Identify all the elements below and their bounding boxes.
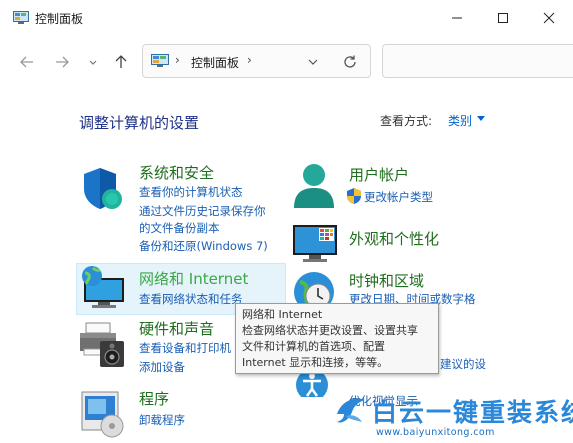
link-suggested-settings[interactable]: 建议的设 [440,356,486,372]
category-title-hardware-sound[interactable]: 硬件和声音 [139,318,214,339]
tooltip-line: 网络和 Internet [242,308,323,321]
breadcrumb-separator-icon[interactable]: › [247,53,252,67]
watermark: 白云一键重装系统 www.baiyunxitong.com [332,392,573,443]
category-title-system-security[interactable]: 系统和安全 [139,162,214,183]
minimize-button[interactable] [434,0,480,36]
link-add-device[interactable]: 添加设备 [139,359,185,375]
title-bar: 控制面板 [0,0,573,36]
tooltip: 网络和 Internet 检查网络状态并更改设置、设置共享 文件和计算机的首选项… [235,303,439,374]
category-title-programs[interactable]: 程序 [139,388,169,409]
link-file-history-cont[interactable]: 的文件备份副本 [139,220,220,236]
chevron-down-icon [89,60,97,65]
address-dropdown-icon[interactable] [305,54,321,70]
appearance-monitor-icon[interactable] [291,219,339,267]
programs-icon[interactable] [78,390,126,438]
close-button[interactable] [526,0,572,36]
up-button[interactable] [109,50,133,74]
dropdown-arrow-icon[interactable] [477,116,485,122]
back-button[interactable] [15,50,39,74]
category-title-user-accounts[interactable]: 用户帐户 [349,164,409,185]
tooltip-line: Internet 显示和连接，等等。 [242,356,389,369]
shield-icon[interactable] [78,165,126,213]
address-bar[interactable]: › 控制面板 › [142,44,371,78]
minimize-icon [452,17,462,19]
search-input[interactable] [382,44,573,78]
link-file-history[interactable]: 通过文件历史记录保存你 [139,203,266,219]
view-by-label: 查看方式: [380,114,433,128]
page-title: 调整计算机的设置 [79,114,200,132]
user-icon[interactable] [292,162,340,210]
recent-locations-button[interactable] [81,50,105,74]
link-uninstall-program[interactable]: 卸载程序 [139,412,185,428]
printer-speaker-icon[interactable] [78,321,126,369]
maximize-icon [498,13,508,23]
link-change-account-type[interactable]: 更改帐户类型 [364,189,433,205]
uac-shield-icon [347,188,361,204]
breadcrumb-separator-icon[interactable]: › [175,53,180,67]
control-panel-icon [151,54,169,67]
watermark-text: 白云一键重装系统 [372,398,573,427]
up-arrow-icon [115,55,127,68]
view-by-dropdown[interactable]: 类别 [448,112,472,129]
watermark-url: www.baiyunxitong.com [376,427,495,438]
bird-logo-icon [337,398,365,423]
link-backup-restore[interactable]: 备份和还原(Windows 7) [139,238,268,254]
category-title-network[interactable]: 网络和 Internet [139,268,248,289]
link-network-status[interactable]: 查看网络状态和任务 [139,291,243,307]
refresh-icon[interactable] [342,54,358,70]
control-panel-icon [13,11,29,24]
window-title: 控制面板 [35,12,84,26]
maximize-button[interactable] [480,0,526,36]
category-title-appearance[interactable]: 外观和个性化 [349,228,439,249]
forward-arrow-icon [56,56,69,68]
tooltip-line: 检查网络状态并更改设置、设置共享 [242,324,418,337]
back-arrow-icon [20,56,33,68]
breadcrumb-control-panel[interactable]: 控制面板 [191,54,239,71]
network-globe-icon[interactable] [78,264,126,312]
link-devices-printers[interactable]: 查看设备和打印机 [139,340,231,356]
category-title-clock-region[interactable]: 时钟和区域 [349,270,424,291]
tooltip-line: 文件和计算机的首选项、配置 [242,340,385,353]
link-view-computer-status[interactable]: 查看你的计算机状态 [139,184,243,200]
close-icon [543,12,555,24]
forward-button[interactable] [50,50,74,74]
